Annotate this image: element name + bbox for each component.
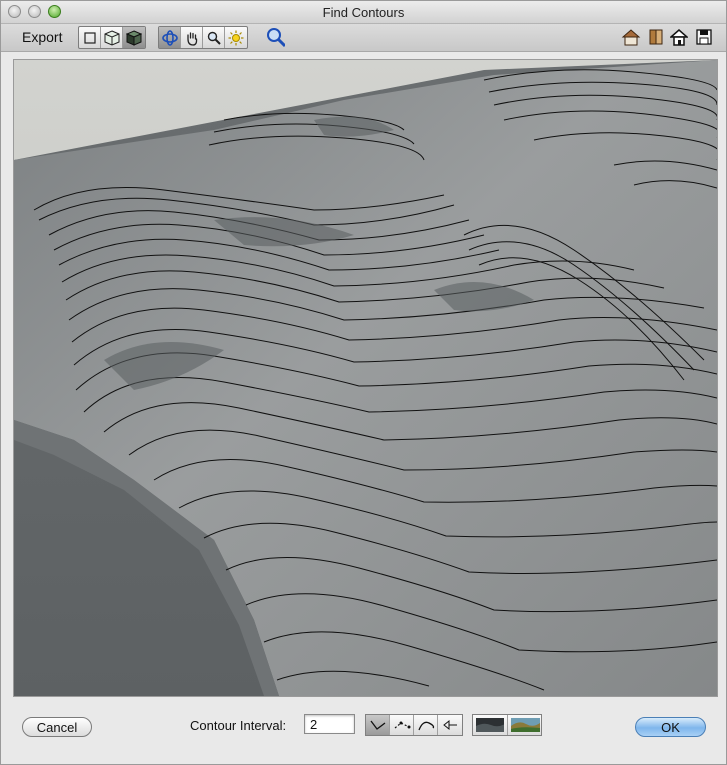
rotate-tool-button[interactable] — [159, 27, 181, 48]
terrain-3d-view[interactable] — [13, 59, 718, 697]
light-tool-button[interactable] — [225, 27, 247, 48]
dotted-lines-icon — [394, 721, 410, 729]
contour-interval-label: Contour Interval: — [190, 718, 287, 733]
contour-style-segment — [365, 714, 463, 736]
save-button[interactable] — [694, 27, 714, 47]
house-view-button[interactable] — [621, 27, 641, 47]
home-button[interactable] — [669, 27, 689, 47]
light-icon — [228, 30, 244, 45]
tool-segment — [158, 26, 248, 49]
window-title: Find Contours — [322, 5, 405, 20]
book-button[interactable] — [646, 27, 666, 47]
arrow-lines-icon — [443, 719, 457, 731]
house-view-icon — [621, 29, 641, 46]
pan-tool-button[interactable] — [181, 27, 203, 48]
terrain-swatch-segment — [472, 714, 542, 736]
contour-interval-input[interactable] — [304, 714, 355, 734]
dark-terrain-swatch-button[interactable] — [473, 715, 508, 735]
ok-button[interactable]: OK — [635, 717, 706, 737]
wireframe-view-button[interactable] — [79, 27, 101, 48]
flat-lines-style-button[interactable] — [366, 715, 390, 735]
dark-terrain-swatch — [476, 718, 504, 732]
hand-pan-icon — [186, 31, 197, 46]
book-icon — [649, 29, 663, 45]
shaded-cube-icon — [126, 29, 142, 46]
zoom-icon — [207, 31, 221, 45]
view-mode-segment — [78, 26, 146, 49]
rotate-icon — [161, 29, 178, 46]
toolbar: Export — [1, 24, 726, 52]
colored-terrain-swatch-button[interactable] — [508, 715, 543, 735]
flat-lines-icon — [369, 720, 385, 730]
solid-cube-icon — [104, 29, 119, 46]
colored-terrain-swatch — [511, 718, 540, 732]
title-bar: Find Contours — [1, 1, 726, 24]
solid-view-button[interactable] — [101, 27, 123, 48]
zoom-to-fit-icon — [267, 28, 285, 48]
shaded-view-button[interactable] — [123, 27, 145, 48]
bottom-controls: Cancel Contour Interval: 2 OK — [1, 701, 726, 765]
zoom-to-fit-button[interactable] — [265, 27, 285, 48]
home-icon — [670, 29, 688, 46]
dotted-lines-style-button[interactable] — [390, 715, 414, 735]
curved-lines-icon — [417, 721, 434, 731]
zoom-tool-button[interactable] — [203, 27, 225, 48]
cancel-button[interactable]: Cancel — [22, 717, 92, 737]
wireframe-icon — [83, 31, 96, 44]
save-disk-icon — [696, 29, 712, 45]
arrow-lines-style-button[interactable] — [438, 715, 462, 735]
curved-lines-style-button[interactable] — [414, 715, 438, 735]
terrain-render — [14, 60, 717, 696]
export-menu[interactable]: Export — [22, 29, 62, 45]
find-contours-window: Find Contours Export Cancel Contour Inte… — [0, 0, 727, 765]
